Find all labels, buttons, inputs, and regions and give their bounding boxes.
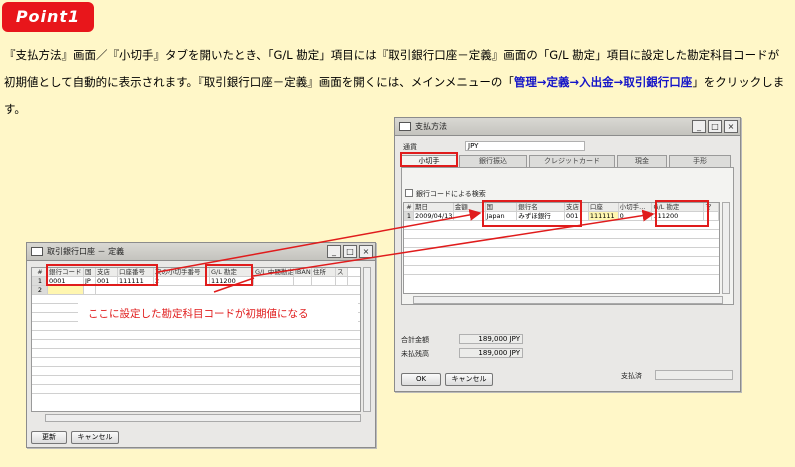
background-panel: Point1 『支払方法』画面／『小切手』タブを開いたとき、「G/L 勘定」項目… bbox=[0, 0, 795, 467]
arrow-bank-to-payment bbox=[157, 208, 482, 273]
connector-arrows bbox=[157, 208, 655, 293]
arrow-to-gl-cell bbox=[213, 277, 255, 293]
arrow-gl-to-payment bbox=[252, 209, 655, 277]
